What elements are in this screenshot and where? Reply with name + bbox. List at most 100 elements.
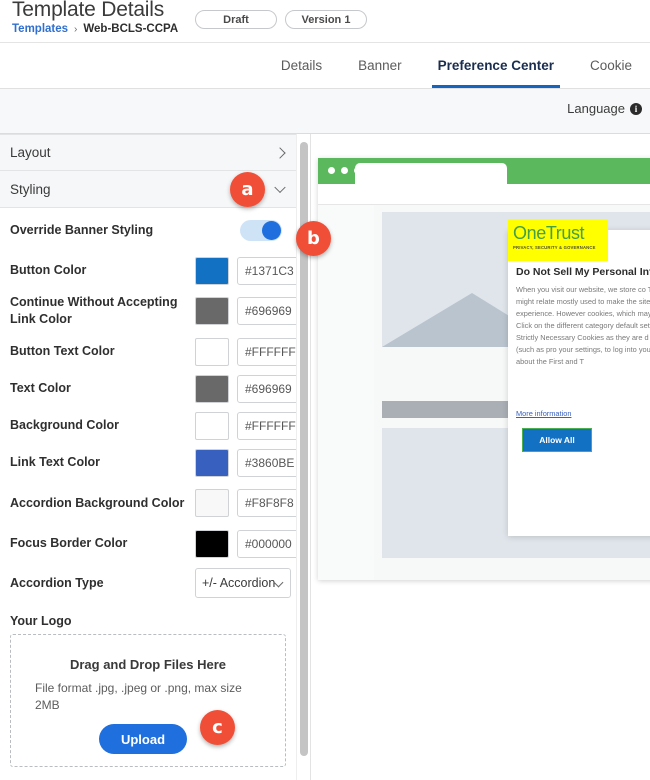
- chevron-right-icon: [274, 146, 286, 159]
- swatch-link-text-color[interactable]: [195, 448, 229, 477]
- control-accordion-type: +/- Accordion: [195, 568, 291, 598]
- hex-input-link-text-color[interactable]: #3860BE: [237, 448, 296, 477]
- control-accordion-background-color: #F8F8F8: [195, 489, 296, 517]
- swatch-button-text-color[interactable]: [195, 337, 229, 366]
- info-icon[interactable]: i: [630, 102, 642, 115]
- window-dot-icon: [328, 167, 335, 174]
- swatch-focus-border-color[interactable]: [195, 529, 229, 558]
- placeholder-sidebar: [318, 205, 374, 580]
- accordion-header-layout[interactable]: Layout: [0, 134, 296, 171]
- preview-panel: OneTrust PRIVACY, SECURITY & GOVERNANCE …: [311, 134, 650, 780]
- row-override-banner-styling: Override Banner Styling: [10, 208, 286, 252]
- browser-address-bar: [318, 184, 650, 205]
- label-continue-without-accepting-link-color: Continue Without Accepting Link Color: [10, 295, 178, 326]
- annotation-marker-a: a: [230, 172, 265, 207]
- page-title: Template Details: [12, 0, 165, 21]
- row-background-color: Background Color #FFFFFF: [10, 407, 296, 444]
- control-button-color: #1371C3: [195, 256, 296, 285]
- chevron-down-icon: [274, 181, 286, 194]
- accordion-label-layout: Layout: [10, 145, 51, 160]
- dropzone-title: Drag and Drop Files Here: [69, 657, 227, 672]
- label-your-logo: Your Logo: [10, 614, 72, 628]
- control-button-text-color: #FFFFFF: [195, 337, 296, 366]
- accordion-label-styling: Styling: [10, 181, 51, 197]
- template-details-page: Template Details Draft Version 1 Templat…: [0, 0, 650, 780]
- control-override-banner-styling: [240, 219, 282, 241]
- control-focus-border-color: #000000: [195, 529, 296, 558]
- dropzone-hint: File format .jpg, .jpeg or .png, max siz…: [35, 681, 242, 713]
- label-link-text-color: Link Text Color: [10, 455, 101, 470]
- label-button-text-color: Button Text Color: [10, 344, 115, 359]
- tab-preference-center[interactable]: Preference Center: [420, 43, 572, 88]
- label-button-color: Button Color: [10, 263, 87, 278]
- row-focus-border-color: Focus Border Color #000000: [10, 525, 296, 562]
- row-link-text-color: Link Text Color #3860BE: [10, 444, 296, 481]
- annotation-marker-c: c: [200, 710, 235, 745]
- language-bar: Language i: [0, 89, 650, 134]
- label-background-color: Background Color: [10, 418, 120, 433]
- language-control[interactable]: Language i: [567, 101, 642, 116]
- browser-tab: [355, 163, 507, 184]
- breadcrumb-separator-icon: ›: [74, 23, 78, 35]
- toggle-override-banner-styling[interactable]: [240, 219, 282, 241]
- window-dot-icon: [341, 167, 348, 174]
- upload-button[interactable]: Upload: [99, 724, 187, 754]
- row-accordion-type: Accordion Type +/- Accordion: [10, 562, 291, 604]
- swatch-accordion-background-color[interactable]: [195, 489, 229, 517]
- logo-tagline: PRIVACY, SECURITY & GOVERNANCE: [513, 245, 596, 250]
- breadcrumb-link-templates[interactable]: Templates: [12, 23, 68, 35]
- language-label: Language: [567, 101, 625, 116]
- logo-name: OneTrust: [513, 223, 585, 243]
- hex-input-continue-without-accepting-link-color[interactable]: #696969: [237, 297, 296, 325]
- hex-input-accordion-background-color[interactable]: #F8F8F8: [237, 489, 296, 517]
- annotation-marker-b: b: [296, 221, 331, 256]
- hex-input-background-color[interactable]: #FFFFFF: [237, 411, 296, 440]
- control-continue-without-accepting-link-color: #696969: [195, 297, 296, 325]
- label-text-color: Text Color: [10, 381, 71, 396]
- swatch-button-color[interactable]: [195, 256, 229, 285]
- row-button-color: Button Color #1371C3: [10, 252, 296, 289]
- page-header: Template Details Draft Version 1 Templat…: [0, 0, 650, 42]
- hex-input-focus-border-color[interactable]: #000000: [237, 529, 296, 558]
- onetrust-logo: OneTrust PRIVACY, SECURITY & GOVERNANCE: [513, 224, 609, 250]
- tab-banner[interactable]: Banner: [340, 43, 420, 88]
- control-text-color: #696969: [195, 374, 296, 403]
- select-accordion-type-value: +/- Accordion: [202, 576, 276, 590]
- tab-bar: Details Banner Preference Center Cookie: [0, 43, 650, 88]
- browser-title-bar: [318, 158, 650, 184]
- swatch-background-color[interactable]: [195, 411, 229, 440]
- row-button-text-color: Button Text Color #FFFFFF: [10, 333, 296, 370]
- select-accordion-type[interactable]: +/- Accordion: [195, 568, 291, 598]
- logo-dropzone[interactable]: Drag and Drop Files Here File format .jp…: [10, 634, 286, 767]
- breadcrumb: Templates › Web-BCLS-CCPA: [12, 23, 178, 35]
- more-information-link[interactable]: More information: [516, 409, 571, 418]
- hex-input-button-color[interactable]: #1371C3: [237, 256, 296, 285]
- status-badge-draft[interactable]: Draft: [195, 10, 277, 29]
- row-continue-without-accepting-link-color: Continue Without Accepting Link Color #6…: [10, 289, 296, 333]
- row-accordion-background-color: Accordion Background Color #F8F8F8: [10, 481, 296, 525]
- label-override-banner-styling: Override Banner Styling: [10, 222, 154, 237]
- label-focus-border-color: Focus Border Color: [10, 536, 128, 551]
- row-text-color: Text Color #696969: [10, 370, 296, 407]
- toggle-knob: [262, 220, 281, 240]
- status-badge-version[interactable]: Version 1: [285, 10, 367, 29]
- control-link-text-color: #3860BE: [195, 448, 296, 477]
- breadcrumb-current: Web-BCLS-CCPA: [83, 23, 179, 35]
- hex-input-button-text-color[interactable]: #FFFFFF: [237, 337, 296, 366]
- swatch-text-color[interactable]: [195, 374, 229, 403]
- styling-section-body: Override Banner Styling Button Color #13…: [0, 208, 296, 767]
- browser-mockup: OneTrust PRIVACY, SECURITY & GOVERNANCE …: [318, 158, 650, 580]
- label-accordion-background-color: Accordion Background Color: [10, 495, 185, 510]
- tab-list: Details Banner Preference Center Cookie: [263, 43, 650, 88]
- swatch-continue-without-accepting-link-color[interactable]: [195, 297, 229, 325]
- hex-input-text-color[interactable]: #696969: [237, 374, 296, 403]
- label-accordion-type: Accordion Type: [10, 575, 104, 590]
- preference-center-body: When you visit our website, we store co …: [516, 285, 650, 366]
- preference-center-preview: OneTrust PRIVACY, SECURITY & GOVERNANCE …: [508, 219, 650, 536]
- preference-center-title: Do Not Sell My Personal Infor: [516, 266, 650, 278]
- allow-all-button[interactable]: Allow All: [522, 428, 592, 452]
- control-background-color: #FFFFFF: [195, 411, 296, 440]
- tab-details[interactable]: Details: [263, 43, 340, 88]
- settings-panel: Layout Styling Override Banner Styling B…: [0, 134, 296, 780]
- tab-cookie[interactable]: Cookie: [572, 43, 650, 88]
